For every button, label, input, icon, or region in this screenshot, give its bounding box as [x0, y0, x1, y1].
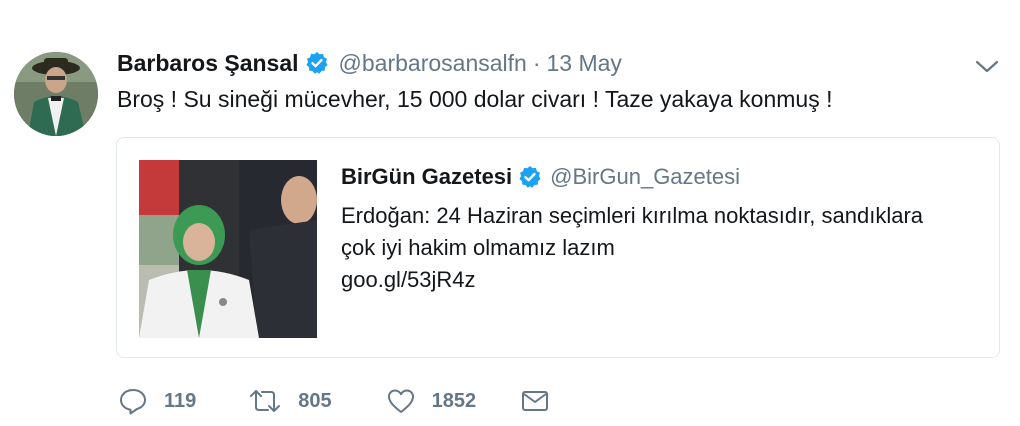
direct-message-icon — [520, 388, 550, 414]
quoted-text-line: çok iyi hakim olmamız lazım — [341, 235, 615, 260]
direct-message-button[interactable] — [520, 388, 550, 414]
tweet-header: Barbaros Şansal @barbarosansalfn · 13 Ma… — [117, 48, 622, 78]
reply-count: 119 — [164, 389, 197, 412]
tweet-actions: 119 805 1852 — [118, 383, 550, 419]
quoted-link[interactable]: goo.gl/53jR4z — [341, 264, 991, 296]
author-name[interactable]: Barbaros Şansal — [117, 50, 299, 77]
quoted-tweet-header: BirGün Gazetesi @BirGun_Gazetesi — [341, 162, 740, 192]
quoted-text-line: Erdoğan: 24 Haziran seçimleri kırılma no… — [341, 203, 924, 228]
like-icon — [386, 387, 416, 415]
reply-icon — [118, 387, 148, 415]
author-handle[interactable]: @barbarosansalfn — [339, 50, 527, 77]
tweet-text: Broş ! Su sineği mücevher, 15 000 dolar … — [117, 86, 833, 112]
quoted-tweet-text: Erdoğan: 24 Haziran seçimleri kırılma no… — [341, 200, 991, 296]
like-button[interactable]: 1852 — [386, 387, 477, 415]
tweet-date[interactable]: 13 May — [547, 50, 622, 77]
quoted-author-handle[interactable]: @BirGun_Gazetesi — [550, 164, 740, 190]
retweet-count: 805 — [298, 389, 332, 412]
quoted-author-name[interactable]: BirGün Gazetesi — [341, 164, 512, 190]
author-avatar[interactable] — [14, 52, 98, 136]
verified-badge-icon — [518, 165, 542, 189]
like-count: 1852 — [431, 389, 477, 412]
reply-button[interactable]: 119 — [118, 387, 196, 415]
separator-dot: · — [532, 49, 541, 76]
quoted-tweet-image — [139, 160, 317, 338]
verified-badge-icon — [305, 51, 329, 75]
retweet-icon — [248, 387, 282, 415]
chevron-down-icon[interactable] — [974, 56, 1000, 76]
retweet-button[interactable]: 805 — [248, 387, 332, 415]
quoted-tweet[interactable]: BirGün Gazetesi @BirGun_Gazetesi Erdoğan… — [116, 137, 1000, 358]
